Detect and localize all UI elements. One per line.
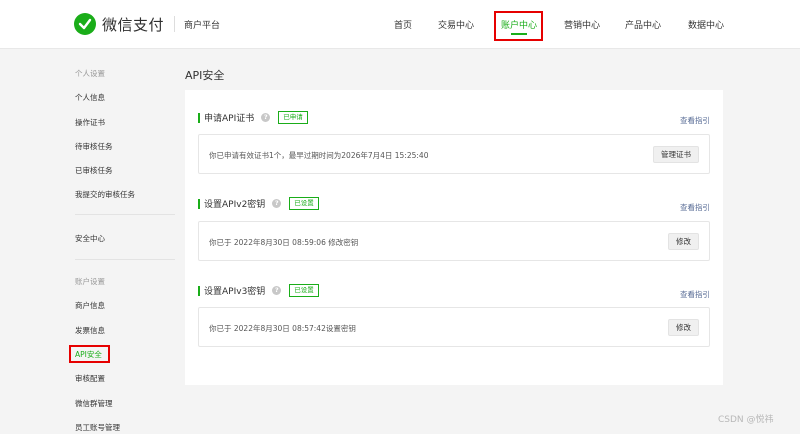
header-divider	[174, 16, 175, 32]
sidebar-item-invoice-info[interactable]: 发票信息	[75, 325, 105, 336]
sidebar-divider	[75, 214, 175, 215]
manage-cert-button[interactable]: 管理证书	[653, 146, 699, 163]
sidebar-group-account: 账户设置	[75, 277, 105, 286]
section-label: 设置APIv3密钥	[204, 287, 266, 297]
nav-product-center[interactable]: 产品中心	[625, 18, 661, 31]
help-icon[interactable]: ?	[272, 286, 282, 295]
sidebar-item-staff-accounts[interactable]: 员工账号管理	[75, 422, 120, 433]
nav-home[interactable]: 首页	[394, 18, 412, 31]
help-icon[interactable]: ?	[272, 199, 282, 208]
sidebar-item-submitted-tasks[interactable]: 我提交的审核任务	[75, 189, 135, 200]
help-icon[interactable]: ?	[261, 113, 271, 122]
brand-logo[interactable]: 微信支付	[74, 13, 164, 35]
nav-marketing-center[interactable]: 营销中心	[564, 18, 600, 31]
sidebar-item-security-center[interactable]: 安全中心	[75, 233, 105, 244]
sidebar-item-wechat-group[interactable]: 微信群管理	[75, 398, 113, 409]
nav-data-center[interactable]: 数据中心	[688, 18, 724, 31]
section-api-cert-title: 申请API证书 ? 已申请	[198, 111, 308, 124]
top-bar: 微信支付 商户平台 首页 交易中心 账户中心 营销中心 产品中心 数据中心	[0, 0, 800, 49]
api-cert-info-box: 你已申请有效证书1个，最早过期时间为2026年7月4日 15:25:40 管理证…	[198, 134, 710, 174]
watermark: CSDN @悦祎	[718, 415, 774, 425]
view-guide-link[interactable]: 查看指引	[680, 202, 710, 213]
sidebar-group-personal: 个人设置	[75, 69, 105, 78]
modify-apiv2-button[interactable]: 修改	[668, 233, 699, 250]
sidebar-item-operation-cert[interactable]: 操作证书	[75, 117, 105, 128]
nav-highlight-box	[494, 11, 543, 41]
apiv3-info-text: 你已于 2022年8月30日 08:57:42设置密钥	[209, 324, 356, 333]
page-title: API安全	[185, 69, 225, 82]
section-apiv3-title: 设置APIv3密钥 ? 已设置	[198, 284, 319, 297]
modify-apiv3-button[interactable]: 修改	[668, 319, 699, 336]
nav-trade-center[interactable]: 交易中心	[438, 18, 474, 31]
view-guide-link[interactable]: 查看指引	[680, 115, 710, 126]
sidebar-item-reviewed-tasks[interactable]: 已审核任务	[75, 165, 113, 176]
sidebar-item-review-config[interactable]: 审核配置	[75, 373, 105, 384]
api-cert-info-text: 你已申请有效证书1个，最早过期时间为2026年7月4日 15:25:40	[209, 151, 429, 160]
section-label: 设置APIv2密钥	[204, 200, 266, 210]
status-badge: 已设置	[289, 197, 319, 210]
apiv3-info-box: 你已于 2022年8月30日 08:57:42设置密钥 修改	[198, 307, 710, 347]
sidebar: 个人设置 个人信息 操作证书 待审核任务 已审核任务 我提交的审核任务 安全中心…	[0, 50, 175, 434]
sidebar-item-merchant-info[interactable]: 商户信息	[75, 300, 105, 311]
view-guide-link[interactable]: 查看指引	[680, 289, 710, 300]
status-badge: 已设置	[289, 284, 319, 297]
platform-name: 商户平台	[184, 21, 221, 31]
sidebar-item-pending-tasks[interactable]: 待审核任务	[75, 141, 113, 152]
section-apiv2-title: 设置APIv2密钥 ? 已设置	[198, 197, 319, 210]
sidebar-highlight-box	[69, 345, 110, 363]
section-accent-bar	[198, 285, 200, 296]
section-accent-bar	[198, 112, 200, 123]
sidebar-item-personal-info[interactable]: 个人信息	[75, 92, 105, 103]
section-accent-bar	[198, 198, 200, 209]
api-security-card: 申请API证书 ? 已申请 查看指引 你已申请有效证书1个，最早过期时间为202…	[185, 90, 723, 385]
apiv2-info-box: 你已于 2022年8月30日 08:59:06 修改密钥 修改	[198, 221, 710, 261]
apiv2-info-text: 你已于 2022年8月30日 08:59:06 修改密钥	[209, 238, 359, 247]
brand-name: 微信支付	[102, 15, 165, 34]
sidebar-divider	[75, 259, 175, 260]
status-badge: 已申请	[278, 111, 308, 124]
wechat-pay-icon	[74, 13, 96, 35]
section-label: 申请API证书	[204, 114, 255, 124]
